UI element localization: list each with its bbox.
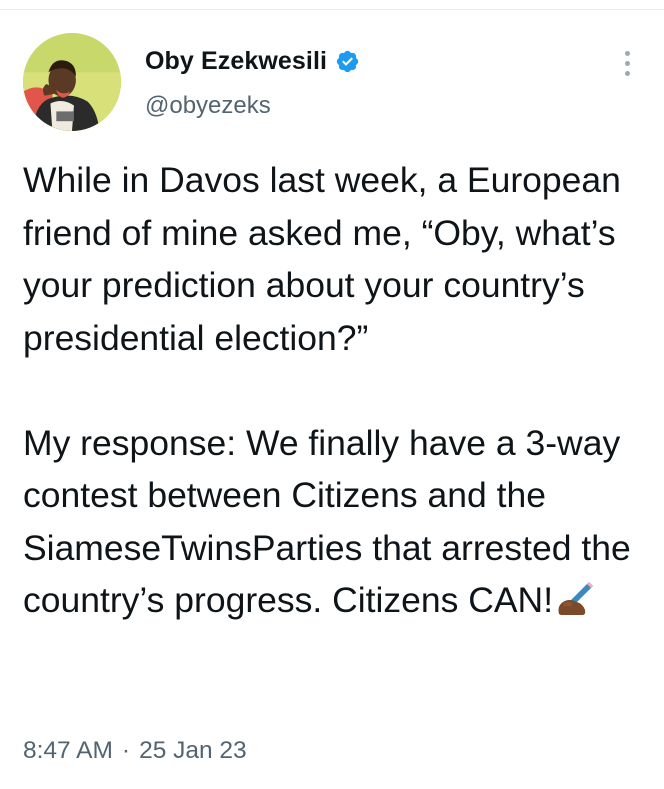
tweet-paragraph-1: While in Davos last week, a European fri… — [23, 160, 621, 358]
meta-separator: · — [121, 737, 131, 764]
tweet-text: While in Davos last week, a European fri… — [23, 154, 653, 627]
verified-badge-icon — [336, 50, 359, 73]
more-dot — [624, 60, 630, 66]
tweet-card: Oby Ezekwesili @obyezeks While in Davos … — [0, 0, 664, 789]
writing-hand-icon — [558, 582, 594, 615]
display-name[interactable]: Oby Ezekwesili — [145, 47, 327, 76]
more-options-icon[interactable] — [612, 48, 642, 78]
tweet-meta: 8:47 AM · 25 Jan 23 — [23, 737, 247, 765]
avatar-image — [23, 33, 121, 131]
more-dot — [624, 70, 630, 76]
author-name-row[interactable]: Oby Ezekwesili — [145, 47, 360, 76]
author-handle[interactable]: @obyezeks — [145, 92, 271, 120]
tweet-time[interactable]: 8:47 AM — [23, 737, 113, 765]
top-divider — [0, 0, 664, 10]
avatar[interactable] — [23, 33, 121, 131]
more-dot — [624, 50, 630, 56]
tweet-paragraph-2: My response: We finally have a 3-way con… — [23, 422, 631, 621]
tweet-date[interactable]: 25 Jan 23 — [139, 737, 247, 765]
